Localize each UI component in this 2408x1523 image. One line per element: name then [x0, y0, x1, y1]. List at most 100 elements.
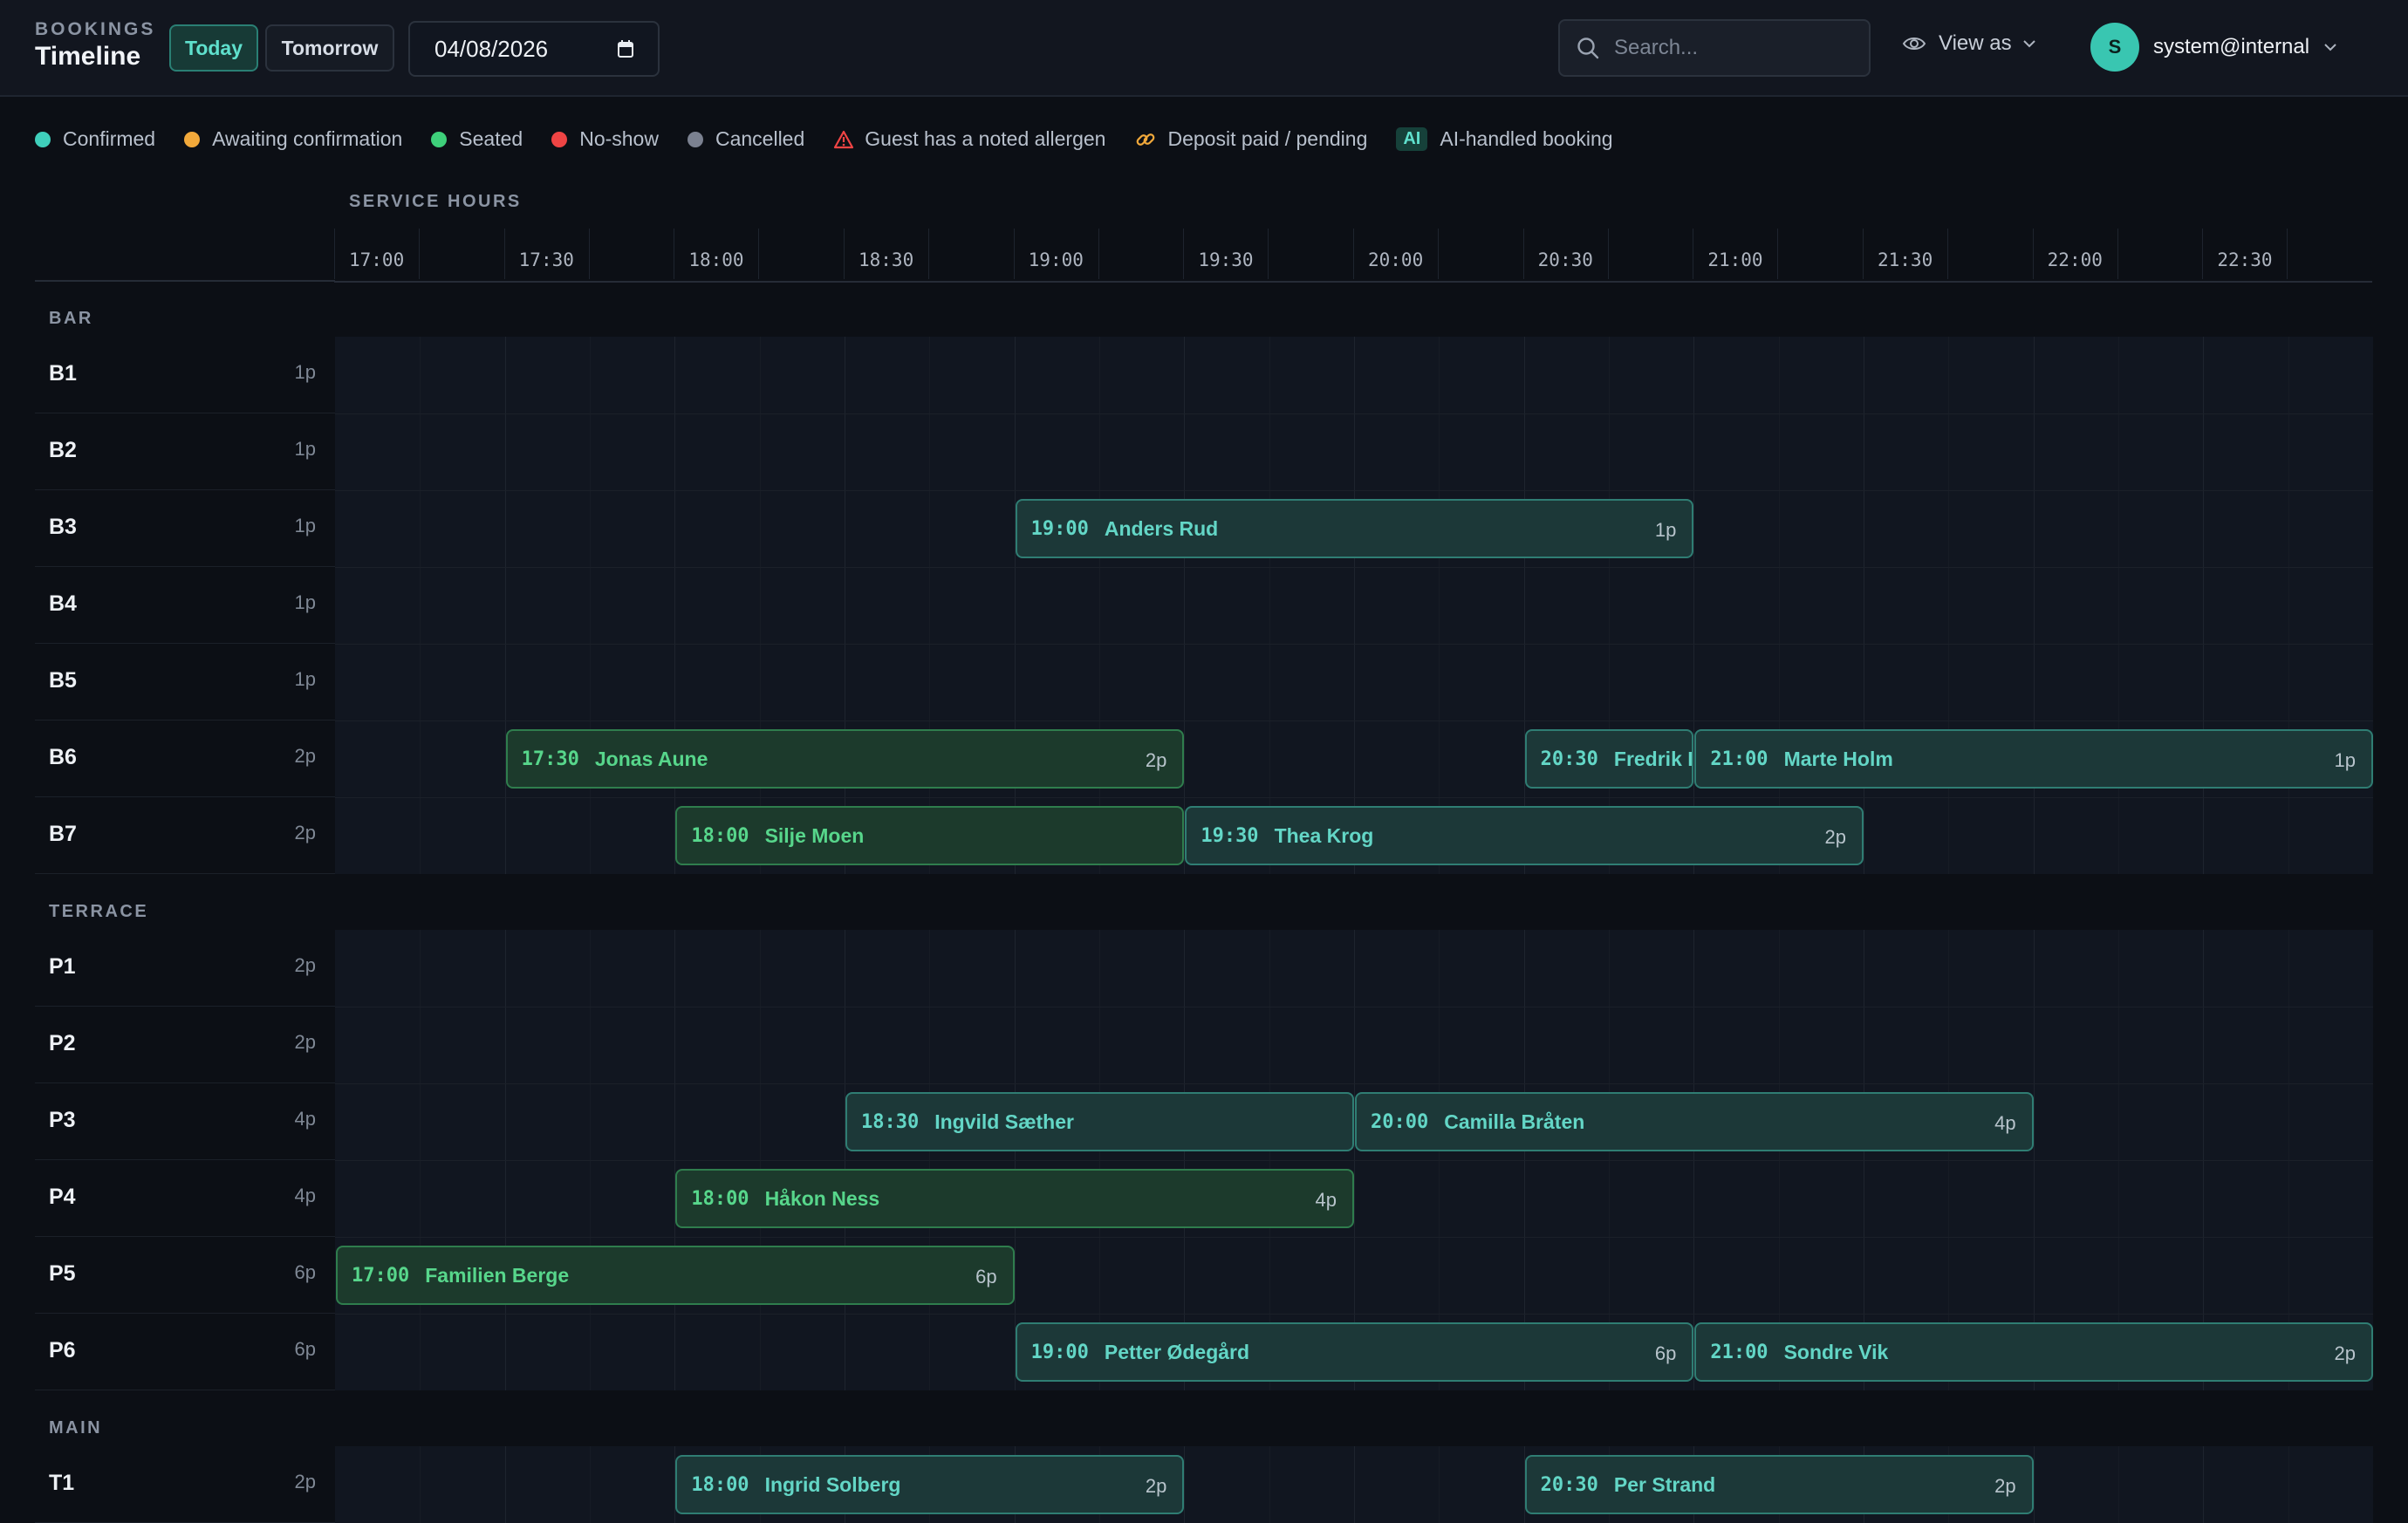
grid-line: [759, 337, 761, 874]
guest-name: Thea Krog: [1274, 823, 1374, 847]
booking-time: 20:00: [1371, 1110, 1429, 1133]
booking-thea-krog[interactable]: 19:30 Thea Krog 2p: [1185, 806, 1864, 865]
tick-line: [1607, 229, 1609, 279]
table-row-p6[interactable]: P6 6p: [35, 1314, 335, 1390]
table-row-t1[interactable]: T1 2p: [35, 1446, 335, 1523]
table-capacity: 1p: [294, 438, 316, 460]
tick-line: [419, 229, 420, 279]
tomorrow-button[interactable]: Tomorrow: [265, 24, 394, 72]
table-name: P6: [49, 1338, 76, 1363]
avatar: S: [2090, 23, 2139, 72]
booking-jonas-aune[interactable]: 17:30 Jonas Aune 2p: [505, 729, 1185, 789]
legend-label: AI-handled booking: [1440, 127, 1613, 150]
search-input[interactable]: [1612, 35, 1851, 61]
party-size: 2p: [1145, 749, 1167, 771]
table-capacity: 4p: [294, 1108, 316, 1130]
legend-item-awaiting-confirmation: Awaiting confirmation: [184, 127, 402, 151]
tick-label-1800: 18:00: [688, 249, 744, 270]
legend-label: Deposit paid / pending: [1167, 127, 1368, 150]
calendar-icon[interactable]: [618, 40, 633, 58]
row-divider: [335, 1083, 2373, 1084]
date-input[interactable]: 04/08/2026: [408, 21, 660, 77]
grid-line: [1184, 337, 1186, 874]
party-size: 1p: [1654, 519, 1677, 541]
table-row-b2[interactable]: B2 1p: [35, 413, 335, 490]
booking-ha-kon-ness[interactable]: 18:00 Håkon Ness 4p: [675, 1169, 1354, 1228]
party-size: 1p: [2334, 749, 2356, 771]
today-button[interactable]: Today: [169, 24, 258, 72]
tick-label-2230: 22:30: [2217, 249, 2273, 270]
legend-label: Cancelled: [715, 127, 805, 150]
eye-icon: [1902, 38, 1926, 50]
table-row-b7[interactable]: B7 2p: [35, 797, 335, 874]
tick-label-1700: 17:00: [349, 249, 405, 270]
table-capacity: 2p: [294, 745, 316, 767]
booking-petter-dega-rd[interactable]: 19:00 Petter Ødegård 6p: [1015, 1322, 1694, 1382]
section-label-main: MAIN: [49, 1418, 103, 1438]
booking-time: 18:00: [691, 1473, 749, 1496]
service-hours-label: SERVICE HOURS: [349, 192, 522, 211]
table-row-b6[interactable]: B6 2p: [35, 721, 335, 797]
search-box[interactable]: [1558, 19, 1871, 77]
view-as-dropdown[interactable]: View as: [1902, 31, 2036, 56]
chevron-down-icon: [2324, 44, 2336, 51]
grid-line: [590, 337, 591, 874]
table-row-p3[interactable]: P3 4p: [35, 1083, 335, 1160]
table-capacity: 2p: [294, 954, 316, 976]
booking-time: 19:00: [1030, 517, 1089, 540]
user-menu[interactable]: S system@internal: [2090, 23, 2337, 72]
booking-marte-holm[interactable]: 21:00 Marte Holm 1p: [1694, 729, 2373, 789]
timeline-grid-bar: 19:00 Anders Rud 1p 17:30 Jonas Aune 2p 20:30 F…: [335, 337, 2373, 874]
booking-time: 17:00: [352, 1264, 410, 1287]
grid-line: [1354, 337, 1355, 874]
booking-familien-berge[interactable]: 17:00 Familien Berge 6p: [336, 1246, 1015, 1305]
tick-label-2100: 21:00: [1707, 249, 1763, 270]
table-name: B6: [49, 745, 77, 769]
table-row-p4[interactable]: P4 4p: [35, 1160, 335, 1237]
link-icon: [1134, 128, 1157, 151]
booking-silje-moen[interactable]: 18:00 Silje Moen: [675, 806, 1185, 865]
table-name: P2: [49, 1031, 76, 1055]
booking-fredrik-l[interactable]: 20:30 Fredrik L: [1524, 729, 1694, 789]
guest-name: Marte Holm: [1783, 747, 1893, 770]
chevron-down-icon: [2022, 40, 2035, 48]
legend-item-cancelled: Cancelled: [687, 127, 805, 151]
tick-label-1900: 19:00: [1028, 249, 1084, 270]
table-row-b4[interactable]: B4 1p: [35, 567, 335, 644]
table-capacity: 1p: [294, 668, 316, 690]
tick-line: [928, 229, 929, 279]
tick-label-2030: 20:30: [1537, 249, 1593, 270]
legend-label: No-show: [579, 127, 659, 150]
tick-line: [2032, 229, 2034, 279]
booking-anders-rud[interactable]: 19:00 Anders Rud 1p: [1015, 499, 1694, 558]
booking-ingvild-s-ther[interactable]: 18:30 Ingvild Sæther: [845, 1092, 1354, 1151]
table-row-b3[interactable]: B3 1p: [35, 490, 335, 567]
party-size: 2p: [1145, 1475, 1167, 1497]
guest-name: Anders Rud: [1104, 516, 1219, 540]
table-name: T1: [49, 1471, 75, 1495]
table-capacity: 2p: [294, 1031, 316, 1053]
tick-line: [1098, 229, 1099, 279]
tick-label-2200: 22:00: [2047, 249, 2103, 270]
grid-line: [1948, 337, 1950, 874]
guest-name: Sondre Vik: [1783, 1340, 1889, 1363]
tick-label-2130: 21:30: [1878, 249, 1933, 270]
table-row-b5[interactable]: B5 1p: [35, 644, 335, 721]
grid-line: [2118, 337, 2119, 874]
booking-sondre-vik[interactable]: 21:00 Sondre Vik 2p: [1694, 1322, 2373, 1382]
table-name: B5: [49, 668, 77, 693]
booking-camilla-bra-ten[interactable]: 20:00 Camilla Bråten 4p: [1355, 1092, 2034, 1151]
grid-line: [1439, 337, 1440, 874]
table-row-p2[interactable]: P2 2p: [35, 1007, 335, 1083]
tick-line: [1183, 229, 1185, 279]
booking-time: 18:00: [691, 1187, 749, 1210]
tick-line: [1777, 229, 1779, 279]
grid-line: [2203, 337, 2205, 874]
table-row-b1[interactable]: B1 1p: [35, 337, 335, 413]
table-capacity: 1p: [294, 591, 316, 613]
table-row-p1[interactable]: P1 2p: [35, 930, 335, 1007]
table-row-p5[interactable]: P5 6p: [35, 1237, 335, 1314]
tick-line: [1947, 229, 1948, 279]
grid-line: [2203, 1446, 2205, 1523]
page-title: Timeline: [35, 42, 141, 71]
